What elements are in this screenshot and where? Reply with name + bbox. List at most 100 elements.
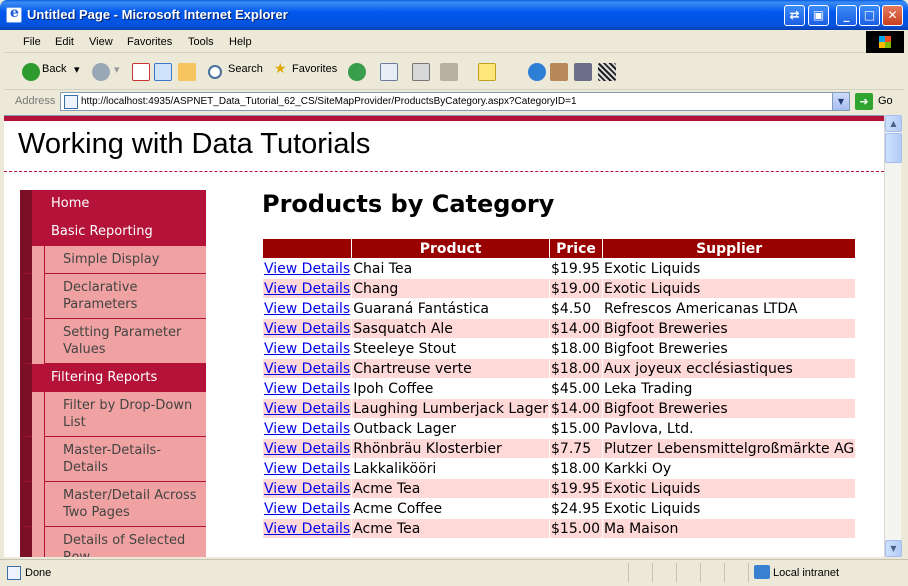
link-cell: View Details (261, 458, 353, 479)
menu-help[interactable]: Help (229, 36, 252, 48)
table-row: View Details Laughing Lumberjack Lager $14… (261, 398, 857, 419)
menu-favorites[interactable]: Favorites (127, 36, 172, 48)
sidebar-item-details-of-selected-row[interactable]: Details of Selected Row (20, 527, 206, 557)
menu-edit[interactable]: Edit (55, 36, 74, 48)
price-cell: $18.00 (549, 458, 604, 479)
sidebar-item-filtering-reports[interactable]: Filtering Reports (20, 364, 206, 392)
product-cell: Guaraná Fantástica (351, 298, 551, 319)
supplier-cell: Ma Maison (602, 518, 857, 539)
product-cell: Rhönbräu Klosterbier (351, 438, 551, 459)
view-details-link[interactable]: View Details (264, 401, 350, 417)
page-icon (64, 95, 78, 109)
tools-icon[interactable] (574, 63, 592, 81)
stop-icon[interactable] (132, 63, 150, 81)
home-icon[interactable] (178, 63, 196, 81)
back-button[interactable]: Back (42, 63, 66, 75)
scroll-thumb[interactable] (885, 133, 902, 163)
view-details-link[interactable]: View Details (264, 501, 350, 517)
search-icon[interactable] (208, 65, 222, 79)
menu-view[interactable]: View (89, 36, 113, 48)
table-row: View Details Ipoh Coffee $45.00 Leka Tradin… (261, 378, 857, 399)
supplier-cell: Plutzer Lebensmittelgroßmärkte AG (602, 438, 857, 459)
price-cell: $14.00 (549, 398, 604, 419)
table-header-row: Product Price Supplier (261, 238, 857, 259)
forward-dropdown-icon[interactable]: ▾ (114, 63, 120, 76)
view-details-link[interactable]: View Details (264, 301, 350, 317)
product-cell: Chang (351, 278, 551, 299)
back-dropdown-icon[interactable]: ▾ (74, 63, 80, 76)
sidebar-item-setting-parameter-values[interactable]: Setting Parameter Values (20, 319, 206, 364)
messenger-icon[interactable] (528, 63, 546, 81)
price-cell: $45.00 (549, 378, 604, 399)
product-cell: Outback Lager (351, 418, 551, 439)
close-button[interactable]: ✕ (882, 5, 903, 26)
media-icon[interactable] (348, 63, 366, 81)
sidebar-item-declarative-parameters[interactable]: Declarative Parameters (20, 274, 206, 319)
view-details-link[interactable]: View Details (264, 381, 350, 397)
column-header-product: Product (351, 238, 551, 259)
product-cell: Acme Coffee (351, 498, 551, 519)
address-url[interactable]: http://localhost:4935/ASPNET_Data_Tutori… (81, 96, 577, 107)
price-cell: $15.00 (549, 518, 604, 539)
help-icon[interactable]: ⇄ (784, 5, 805, 26)
view-details-link[interactable]: View Details (264, 341, 350, 357)
view-details-link[interactable]: View Details (264, 421, 350, 437)
minimize-button[interactable]: _ (836, 5, 857, 26)
forward-icon[interactable] (92, 63, 110, 81)
back-icon[interactable] (22, 63, 40, 81)
sidebar-item-simple-display[interactable]: Simple Display (20, 246, 206, 274)
status-divider (676, 563, 677, 582)
sidebar-item-filter-by-drop-down-list[interactable]: Filter by Drop-Down List (20, 392, 206, 437)
view-details-link[interactable]: View Details (264, 461, 350, 477)
print-icon[interactable] (412, 63, 430, 81)
edit-icon[interactable] (440, 63, 458, 81)
table-row: View Details Acme Tea $15.00 Ma Maison (261, 518, 857, 539)
supplier-cell: Aux joyeux ecclésiastiques (602, 358, 857, 379)
status-divider (652, 563, 653, 582)
view-details-link[interactable]: View Details (264, 361, 350, 377)
scroll-up-icon[interactable]: ▲ (885, 115, 902, 132)
menu-file[interactable]: File (23, 36, 41, 48)
sidebar-item-master-detail-across-two-pages[interactable]: Master/Detail Across Two Pages (20, 482, 206, 527)
sidebar-item-master-details-details[interactable]: Master-Details-Details (20, 437, 206, 482)
mail-icon[interactable] (380, 63, 398, 81)
address-dropdown-icon[interactable]: ▼ (832, 93, 849, 110)
header-divider (4, 171, 884, 172)
view-details-link[interactable]: View Details (264, 481, 350, 497)
table-row: View Details Outback Lager $15.00 Pavlova, … (261, 418, 857, 439)
supplier-cell: Refrescos Americanas LTDA (602, 298, 857, 319)
view-details-link[interactable]: View Details (264, 521, 350, 537)
sidebar-item-home[interactable]: Home (20, 190, 206, 218)
link-cell: View Details (261, 338, 353, 359)
favorites-button[interactable]: Favorites (292, 63, 337, 75)
supplier-cell: Leka Trading (602, 378, 857, 399)
price-cell: $15.00 (549, 418, 604, 439)
view-details-link[interactable]: View Details (264, 261, 350, 277)
price-cell: $18.00 (549, 358, 604, 379)
table-row: View Details Chartreuse verte $18.00 Aux jo… (261, 358, 857, 379)
column-header-price: Price (549, 238, 604, 259)
research-icon[interactable] (550, 63, 568, 81)
maximize-button[interactable]: □ (859, 5, 880, 26)
vertical-scrollbar[interactable]: ▲ ▼ (884, 115, 902, 557)
discuss-icon[interactable] (478, 63, 496, 81)
view-details-link[interactable]: View Details (264, 281, 350, 297)
view-details-link[interactable]: View Details (264, 321, 350, 337)
sidebar-item-basic-reporting[interactable]: Basic Reporting (20, 218, 206, 246)
status-divider (724, 563, 725, 582)
restore-small-icon[interactable]: ▣ (808, 5, 829, 26)
grid-icon[interactable] (598, 63, 616, 81)
refresh-icon[interactable] (154, 63, 172, 81)
product-cell: Lakkalikööri (351, 458, 551, 479)
toolbar: Back ▾ ▾ Search ★ Favorites (4, 54, 904, 90)
page-title: Products by Category (262, 190, 555, 218)
product-cell: Acme Tea (351, 518, 551, 539)
favorites-icon[interactable]: ★ (274, 60, 287, 77)
address-input[interactable]: http://localhost:4935/ASPNET_Data_Tutori… (60, 92, 850, 111)
view-details-link[interactable]: View Details (264, 441, 350, 457)
go-button[interactable]: Go (878, 95, 893, 107)
scroll-down-icon[interactable]: ▼ (885, 540, 902, 557)
go-arrow-icon[interactable]: ➜ (855, 93, 873, 110)
menu-tools[interactable]: Tools (188, 36, 214, 48)
search-button[interactable]: Search (228, 63, 263, 75)
